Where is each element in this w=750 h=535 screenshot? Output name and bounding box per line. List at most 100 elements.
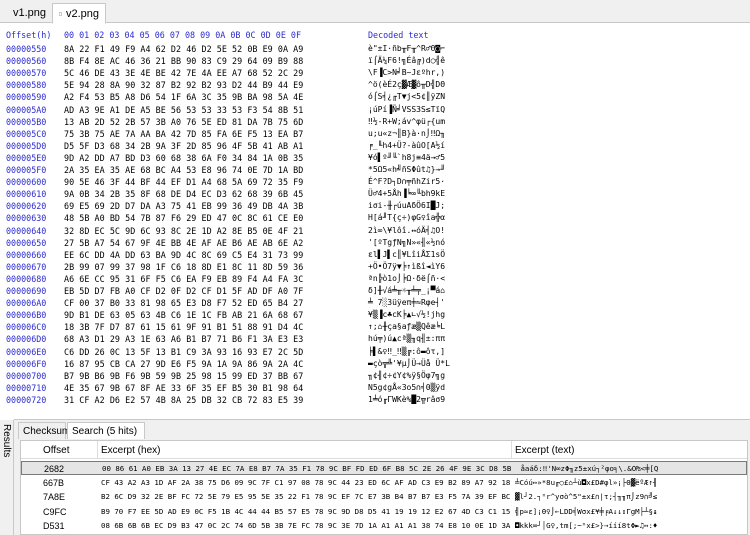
row-bytes[interactable]: 48 5B A0 BD 54 7B 87 F6 29 ED 47 0C 8C 6… [64,212,303,224]
row-decoded-text[interactable]: u;u«z¬║B}à·n⌡‼Ω╖ [368,128,445,140]
result-text-excerpt: ▓l┘2.┐ⁿr^yσò^5"±x£∩|τ;┤╖╖π⌡z9∩╝≤ [515,492,658,501]
row-decoded-text[interactable]: è"±I·ñb╥F╥^R♂Θ◙⌐ [368,43,445,55]
row-decoded-text[interactable]: N5g¢gÅ«3o5∩╡0▒ÿd [368,382,445,394]
row-bytes[interactable]: D5 5F D3 68 34 2B 9A 3F 2D 85 96 4F 5B 4… [64,140,303,152]
row-offset: 00000590 [6,92,47,103]
file-icon [59,11,62,16]
row-bytes[interactable]: 9A 0B 34 2B 35 8F 68 DE D4 EC D3 62 68 3… [64,188,303,200]
row-offset: 00000560 [6,56,47,67]
result-text-excerpt: åaáδ:‼'N∞zΦ╖z5±xú┐²φo╕\.&O₧<╪[Q [516,464,659,473]
result-hex-excerpt: CF 43 A2 A3 1D AF 2A 38 75 D6 09 9C 7F C… [101,477,511,487]
row-bytes[interactable]: CF 00 37 B0 33 81 98 65 E3 D8 F7 52 ED 6… [64,297,303,309]
row-decoded-text[interactable]: ╞▌&♀‼_‼▒╔:ô▬ôτ,] [368,346,445,358]
row-decoded-text[interactable]: +Ö•Ö7ÿ▼╞↑ìßî◄ìY6 [368,261,445,273]
tab-label: v1.png [13,7,47,19]
column-header-offset[interactable]: Offset [43,445,70,456]
row-decoded-text[interactable]: iσi-╫┌úuAδÖ6I█J; [368,200,445,212]
row-decoded-text[interactable]: ¡úPí▐Ñ╛VSS3S≤TïQ [368,104,445,116]
row-bytes[interactable]: 90 5E 46 3F 44 BF 44 EF D1 A4 68 5A 69 7… [64,176,303,188]
row-bytes[interactable]: AD A3 9E A1 DE A5 BE 56 53 53 33 53 F3 5… [64,104,303,116]
row-decoded-text[interactable]: δ]╫√á╧╥☼╥╧╤_¡▀á⌂ [368,285,445,297]
result-row[interactable]: 2682 00 86 61 A0 EB 3A 13 27 4E EC 7A E8 … [21,461,747,475]
result-text-excerpt: ╧Cóú↔»*8u╓○£⌂┴ù◘x£D#φl»¡├Θ▓ëºÆ↑╢ [515,477,658,487]
result-row[interactable]: 667B CF 43 A2 A3 1D AF 2A 38 75 D6 09 9C … [21,476,747,490]
row-decoded-text[interactable]: Ü♂4+5Åh▐╘∞╙bh9kE [368,188,445,200]
row-bytes[interactable]: 75 3B 75 AE 7A AA BA 42 7D 85 FA 6E F5 1… [64,128,303,140]
row-bytes[interactable]: B7 9B B6 9B F6 9B 59 9B 25 98 15 99 ED 3… [64,370,303,382]
row-bytes[interactable]: C6 DD 26 0C 13 5F 13 B1 C9 3A 93 16 93 E… [64,346,303,358]
row-offset: 00000570 [6,68,47,79]
row-bytes[interactable]: 31 CF A2 D6 E2 57 4B 8A 25 DB 32 CB 72 8… [64,394,303,406]
row-bytes[interactable]: 32 8D EC 5C 9D 6C 93 8C 2E 1D A2 8E B5 0… [64,225,303,237]
row-offset: 000006D0 [6,334,47,345]
row-offset: 000005D0 [6,140,47,151]
result-row[interactable]: D531 08 6B 6B 6B EC D9 B3 47 0C 2C 74 6D … [21,519,747,533]
row-decoded-text[interactable]: \F▐C>N╛B~Jεºhr,) [368,67,445,79]
result-row[interactable]: C9FC B9 70 F7 EE 5D AD E9 0C F5 1B 4C 44 … [21,505,747,519]
row-bytes[interactable]: 4E 35 67 9B 67 8F AE 33 6F 35 EF B5 30 B… [64,382,303,394]
row-bytes[interactable]: 8B F4 8E AC 46 36 21 BB 90 83 C9 29 64 0… [64,55,303,67]
tab-v2-png[interactable]: v2.png [52,3,106,24]
row-decoded-text[interactable]: ‼½-R+W;áv^φü┌{um [368,116,445,128]
row-decoded-text[interactable]: *5Ω5«h╝ñSΦût♫}→╜ [368,164,445,176]
results-side-tab[interactable]: Results [0,420,14,535]
row-bytes[interactable]: 2A 35 EA 35 AE 68 BC A4 53 E8 96 74 0E 7… [64,164,303,176]
row-decoded-text[interactable]: ¥▒▐c♣cK╞▲∟√½!jhg [368,309,445,321]
row-bytes[interactable]: A2 F4 53 B5 A8 D6 54 1F 6A 3C 35 9B BA 9… [64,91,303,103]
row-bytes[interactable]: 9D A2 DD A7 BD D3 60 68 38 6A F0 34 84 1… [64,152,303,164]
row-decoded-text[interactable]: ¥ó▌º╜╙`h8j≡4ä→♂5 [368,152,445,164]
row-decoded-text[interactable]: ^ö(èÉ2ç▓Æ▓ô╥D╣DΘ [368,79,445,91]
row-decoded-text[interactable]: εl▌J▌c║¥LîiÅΣ1sÖ [368,249,445,261]
column-header-text[interactable]: Excerpt (text) [515,445,574,456]
row-decoded-text[interactable]: H[á╜T{ç÷)φG♀îa╬α [368,212,445,224]
row-bytes[interactable]: 69 E5 69 2D D7 DA A3 75 41 EB 99 36 49 D… [64,200,303,212]
row-offset: 00000580 [6,80,47,91]
row-bytes[interactable]: 16 87 95 CB CA 27 9D E6 F5 9A 1A 9A 86 9… [64,358,303,370]
row-offset: 00000680 [6,273,47,284]
row-decoded-text[interactable]: 2ì∞\¥lôî.↔óÄ╡♫O! [368,225,445,237]
results-label: Results [1,424,12,458]
search-results-table: Offset Excerpt (hex) Excerpt (text) 2682… [20,440,748,535]
row-offset: 000006F0 [6,358,47,369]
column-divider[interactable] [97,441,98,459]
row-bytes[interactable]: 9D B1 DE 63 05 63 4B C6 1E 1C FB AB 21 6… [64,309,303,321]
row-decoded-text[interactable]: ╧ 7░3üÿeπ╪≈Rφe┤' [368,297,445,309]
hex-header: Offset(h) 00 01 02 03 04 05 06 07 08 09 … [6,28,750,42]
hex-editor-view[interactable]: Offset(h) 00 01 02 03 04 05 06 07 08 09 … [6,28,750,418]
row-bytes[interactable]: 27 5B A7 54 67 9F 4E BB 4E AF AE B6 AE A… [64,237,303,249]
column-divider[interactable] [511,441,512,459]
row-bytes[interactable]: 18 3B 7F D7 87 61 15 61 9F 91 B1 51 88 9… [64,321,303,333]
row-decoded-text[interactable]: É^F?D┐D∩╤ñhZir5· [368,176,445,188]
row-bytes[interactable]: 13 AB 2D 52 2B 57 3B A0 76 5E ED 81 DA 7… [64,116,303,128]
file-tab-bar: v1.png v2.png [0,0,750,24]
result-offset: D531 [43,521,65,531]
result-row[interactable]: 7A8E B2 6C D9 32 2E BF FC 72 5E 79 E5 95 … [21,490,747,504]
row-bytes[interactable]: 2B 99 07 99 37 98 1F C6 18 8D E1 8C 11 8… [64,261,303,273]
column-header-hex[interactable]: Excerpt (hex) [101,445,160,456]
row-decoded-text[interactable]: '[ºTgƒN╗N»«╢«½nó [368,237,445,249]
row-bytes[interactable]: 8A 22 F1 49 F9 A4 62 D2 46 D2 5E 52 0B E… [64,43,303,55]
row-decoded-text[interactable]: ╒_╙h4+Ü?-àûO[A½í [368,140,445,152]
row-offset: 000005F0 [6,165,47,175]
row-decoded-text[interactable]: ╖¢╢¢÷¢Y¢%ÿ§Öφ7╗g [368,370,445,382]
row-bytes[interactable]: A6 6E CC 95 31 6F F5 C6 EA F9 EB 89 F4 A… [64,273,303,285]
row-offset: 00000710 [6,382,47,393]
row-bytes[interactable]: EB 5D D7 FB A0 CF D2 0F D2 CF D1 5F AD D… [64,285,303,297]
row-decoded-text[interactable]: ï⌠Ä¼F6!╗Éâ╔)d○╣ê [368,55,445,67]
row-decoded-text[interactable]: ↑;⌂╫ça§aƒæ▒Qêæ╘L [368,321,445,333]
tab-search[interactable]: Search (5 hits) [67,422,145,439]
row-decoded-text[interactable]: ó⌠S╡¿╓T▼j<5¢║ÿZN [368,91,445,103]
row-bytes[interactable]: 5C 46 DE 43 3E 4E BE 42 7E 4A EE A7 68 5… [64,67,303,79]
result-offset: 667B [43,477,65,488]
row-bytes[interactable]: 68 A3 D1 29 A3 1E 63 A6 B1 B7 71 B6 F1 3… [64,333,303,345]
row-bytes[interactable]: EE 6C DD 4A DD 63 BA 9D 4C 8C 69 C5 E4 3… [64,249,303,261]
row-bytes[interactable]: 5E 94 28 8A 90 32 87 B2 92 B2 93 D2 44 B… [64,79,303,91]
tab-checksum[interactable]: Checksum [18,422,70,439]
row-offset: 00000700 [6,370,47,381]
row-offset: 000005B0 [6,116,47,127]
row-decoded-text[interactable]: hú╤)ú▲cª▒╖q╢±:ππ [368,333,445,345]
row-decoded-text[interactable]: 1╧ó╓ΓWKè%█2╦râσ9 [368,394,445,406]
row-decoded-text[interactable]: ▬çò╦╩'¥µ⌡Ü→Üå Ü*L [368,358,450,370]
tab-v1-png[interactable]: v1.png [2,3,52,23]
row-decoded-text[interactable]: ªn╠ò1o⌡╞Ω·δë⌠ñ·< [368,273,445,285]
